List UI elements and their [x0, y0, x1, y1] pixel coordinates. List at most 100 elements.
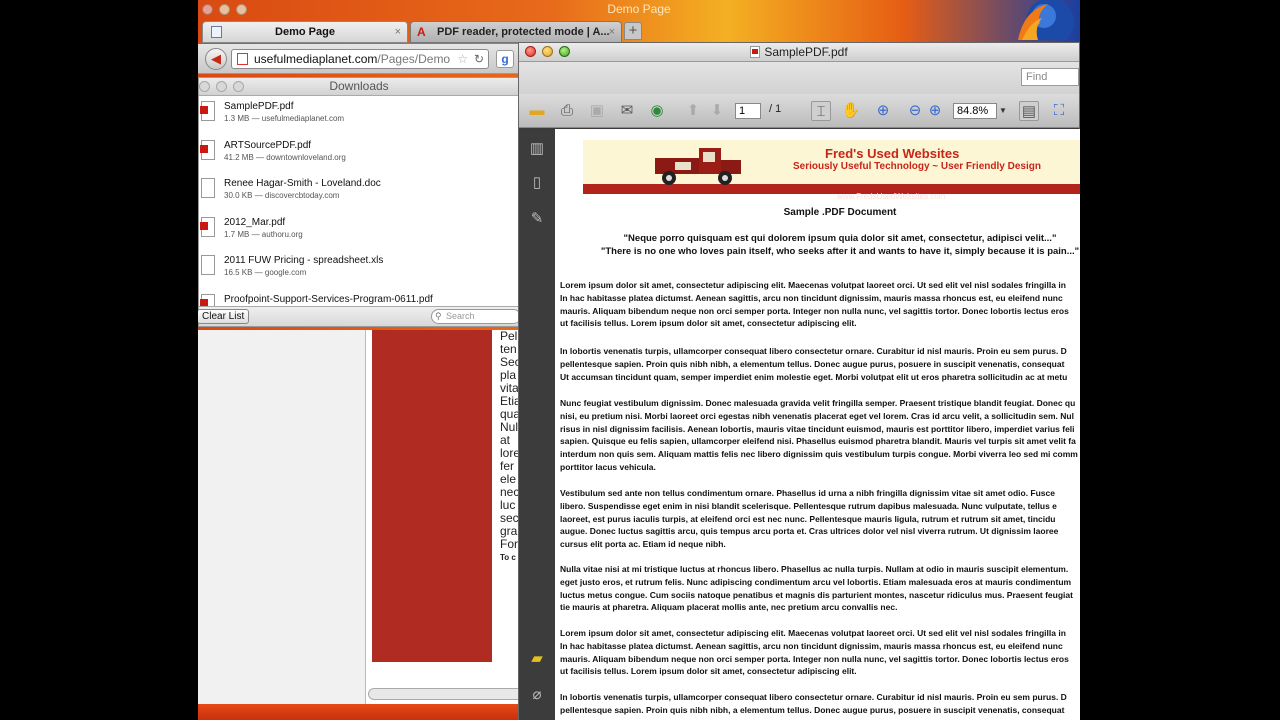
- next-page-icon[interactable]: ⬇: [707, 101, 727, 121]
- clear-list-button[interactable]: Clear List: [198, 309, 250, 324]
- zoom-out-icon[interactable]: ⊖: [905, 101, 925, 121]
- download-item[interactable]: ARTSourcePDF.pdf 41.2 MB — downtownlovela…: [199, 135, 519, 174]
- download-meta: 1.3 MB — usefulmediaplanet.com: [224, 114, 345, 123]
- paragraph-line: tie mauris at pharetra. Aliquam placerat…: [560, 602, 898, 613]
- attachments-icon[interactable]: ⌀: [527, 685, 547, 705]
- document-file-icon: [201, 178, 215, 199]
- download-name: 2011 FUW Pricing - spreadsheet.xls: [224, 255, 384, 267]
- zoom-dropdown-icon[interactable]: ▼: [999, 103, 1007, 119]
- hand-tool-icon[interactable]: ✋: [841, 101, 861, 121]
- tab-label: Demo Page: [275, 26, 335, 38]
- bookmark-star-icon[interactable]: ☆: [457, 50, 468, 68]
- signatures-panel-icon[interactable]: ✎: [527, 209, 547, 229]
- find-input[interactable]: Find: [1021, 68, 1079, 86]
- url-path: /Pages/Demo: [377, 52, 451, 66]
- google-search-icon[interactable]: g: [496, 50, 514, 68]
- document-paragraph: Vestibulum sed ante non tellus condiment…: [560, 487, 1080, 551]
- page-sidebar: [198, 330, 366, 705]
- downloads-list: SamplePDF.pdf 1.3 MB — usefulmediaplanet.…: [199, 96, 519, 306]
- tab-pdf-reader[interactable]: A PDF reader, protected mode | A... ×: [410, 21, 622, 43]
- truck-icon: [655, 148, 741, 185]
- pdf-page: Fred's Used Websites Seriously Useful Te…: [555, 129, 1080, 720]
- zoom-in-icon[interactable]: ⊕: [925, 101, 945, 121]
- url-bar[interactable]: usefulmediaplanet.com/Pages/Demo ☆ ↻: [231, 49, 489, 69]
- document-quote: "Neque porro quisquam est qui dolorem ip…: [623, 233, 1057, 244]
- pages-panel-icon[interactable]: ▥: [527, 139, 547, 159]
- close-tab-icon[interactable]: ×: [395, 22, 401, 42]
- tab-label: PDF reader, protected mode | A...: [437, 26, 610, 38]
- browser-window-controls: [202, 4, 247, 15]
- close-window-button[interactable]: [199, 81, 210, 92]
- download-item[interactable]: 2011 FUW Pricing - spreadsheet.xls 16.5 K…: [199, 250, 519, 289]
- pdf-titlebar: SamplePDF.pdf: [519, 43, 1079, 62]
- paragraph-line: Vestibulum sed ante non tellus condiment…: [560, 488, 1055, 498]
- pdf-file-icon: [200, 293, 215, 306]
- page-red-column: [372, 330, 492, 662]
- paragraph-line: libero. Suspendisse eget enim in nisi bl…: [560, 500, 1057, 511]
- download-meta: 1.7 MB — authoru.org: [224, 229, 303, 239]
- paragraph-line: luctus metus congue. Cum sociis natoque …: [560, 589, 1073, 600]
- print-icon[interactable]: ⎙: [557, 101, 577, 121]
- page-number-input[interactable]: 1: [735, 103, 761, 119]
- save-icon[interactable]: ▣: [587, 101, 607, 121]
- paragraph-line: eget justo eros, et rutrum felis. Nunc a…: [560, 576, 1072, 587]
- reload-icon[interactable]: ↻: [474, 50, 484, 68]
- paragraph-line: nisi, eu pretium nisi. Morbi laoreet orc…: [560, 410, 1074, 421]
- marquee-zoom-icon[interactable]: ⊕: [873, 101, 893, 121]
- previous-page-icon[interactable]: ⬆: [683, 101, 703, 121]
- download-item[interactable]: 2012_Mar.pdf 1.7 MB — authoru.org: [199, 212, 519, 251]
- downloads-title: Downloads: [329, 79, 389, 93]
- back-button[interactable]: ◀: [205, 48, 227, 70]
- paragraph-line: In lobortis venenatis turpis, ullamcorpe…: [560, 692, 1067, 702]
- paragraph-line: Nunc feugiat vestibulum dignissim. Donec…: [560, 398, 1076, 408]
- banner-title: Fred's Used Websites: [825, 146, 960, 161]
- download-meta: 16.5 KB — google.com: [224, 268, 307, 278]
- downloads-search-input[interactable]: ⚲ Search: [431, 309, 521, 324]
- share-globe-icon[interactable]: ◉: [647, 101, 667, 121]
- paragraph-line: laoreet, est purus iaculis turpis, at el…: [560, 513, 1056, 524]
- document-paragraph: In lobortis venenatis turpis, ullamcorpe…: [560, 691, 1080, 717]
- document-area: Fred's Used Websites Seriously Useful Te…: [555, 129, 1080, 720]
- select-tool-icon[interactable]: ⌶: [811, 101, 831, 121]
- close-window-button[interactable]: [525, 46, 536, 57]
- bookmarks-panel-icon[interactable]: ▯: [527, 173, 547, 193]
- email-icon[interactable]: ✉: [617, 101, 637, 121]
- document-quote: "There is no one who loves pain itself, …: [600, 246, 1080, 257]
- zoom-window-button[interactable]: [236, 4, 247, 15]
- zoom-level-input[interactable]: 84.8%: [953, 103, 997, 119]
- download-name: 2012_Mar.pdf: [224, 216, 286, 228]
- full-screen-icon[interactable]: ⛶: [1049, 101, 1069, 121]
- paragraph-line: ut facilisis tellus. Lorem ipsum dolor s…: [560, 666, 857, 677]
- zoom-window-button[interactable]: [233, 81, 244, 92]
- fit-page-icon[interactable]: ▤: [1019, 101, 1039, 121]
- download-item[interactable]: SamplePDF.pdf 1.3 MB — usefulmediaplanet.…: [199, 96, 519, 135]
- zoom-window-button[interactable]: [559, 46, 570, 57]
- paragraph-line: sapien. Quisque eu felis sapien, ullamco…: [560, 436, 1076, 447]
- status-strip: [198, 704, 528, 720]
- document-paragraph: Lorem ipsum dolor sit amet, consectetur …: [560, 279, 1080, 330]
- document-banner: Fred's Used Websites Seriously Useful Te…: [583, 140, 1080, 201]
- site-icon: [237, 53, 248, 65]
- minimize-window-button[interactable]: [219, 4, 230, 15]
- search-icon: ⚲: [435, 311, 442, 321]
- close-tab-icon[interactable]: ×: [609, 22, 615, 42]
- minimize-window-button[interactable]: [542, 46, 553, 57]
- document-paragraph: Lorem ipsum dolor sit amet, consectetur …: [560, 627, 1080, 678]
- pdf-window-controls: [525, 46, 570, 57]
- close-window-button[interactable]: [202, 4, 213, 15]
- new-tab-button[interactable]: +: [624, 22, 642, 40]
- downloads-titlebar: Downloads: [199, 78, 519, 96]
- find-row: Find: [519, 62, 1079, 94]
- download-item[interactable]: Proofpoint-Support-Services-Program-0611…: [199, 289, 519, 306]
- comments-icon[interactable]: ▰: [527, 649, 547, 669]
- paragraph-line: interdum non quis sem. Aliquam mattis fe…: [560, 449, 1078, 460]
- open-folder-icon[interactable]: ▬: [527, 101, 547, 121]
- downloads-window-controls: [199, 81, 244, 92]
- horizontal-scrollbar[interactable]: [368, 688, 528, 700]
- tab-demo-page[interactable]: Demo Page ×: [202, 21, 408, 43]
- download-item[interactable]: Renee Hagar-Smith - Loveland.doc 30.0 KB …: [199, 173, 519, 212]
- search-placeholder: Search: [446, 311, 475, 321]
- pdf-file-icon: [200, 216, 215, 237]
- paragraph-line: In lobortis venenatis turpis, ullamcorpe…: [560, 346, 1067, 356]
- minimize-window-button[interactable]: [216, 81, 227, 92]
